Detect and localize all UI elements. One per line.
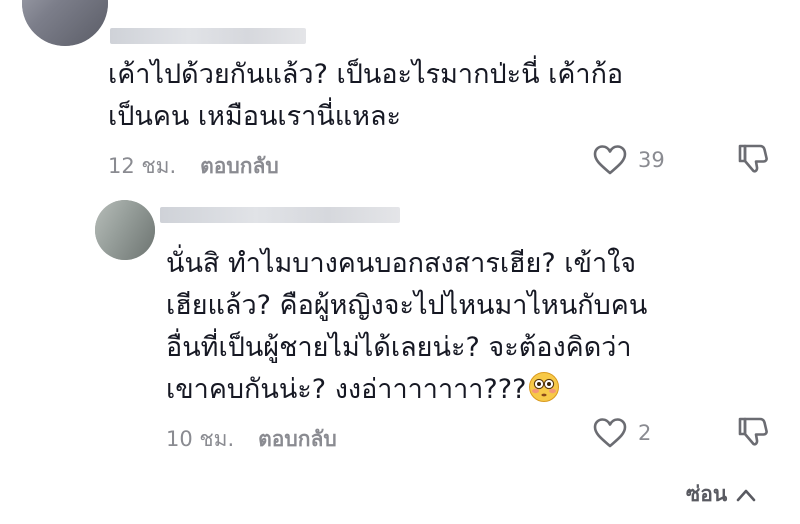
hide-replies-button[interactable]: ซ่อน — [686, 478, 757, 511]
reply-button[interactable]: ตอบกลับ — [258, 423, 337, 456]
flushed-face-emoji — [529, 372, 560, 402]
dislike-icon[interactable] — [734, 413, 770, 449]
comment-time: 12 ชม. — [108, 154, 177, 178]
comment-text-line: เป็นคน เหมือนเรานี่แหละ — [108, 101, 402, 132]
comment-item: เค้าไปด้วยกันแล้ว? เป็นอะไรมากป่ะนี่ เค้… — [0, 0, 800, 190]
hide-replies-label: ซ่อน — [686, 482, 728, 506]
dislike-icon[interactable] — [734, 140, 770, 176]
username-blurred[interactable] — [160, 207, 400, 223]
comment-text: เค้าไปด้วยกันแล้ว? เป็นอะไรมากป่ะนี่ เค้… — [108, 54, 623, 138]
blurred-avatar-image — [22, 0, 108, 46]
avatar[interactable] — [22, 0, 108, 46]
reply-button[interactable]: ตอบกลับ — [200, 150, 279, 183]
chevron-up-icon — [736, 489, 756, 501]
comment-text-line: เขาคบกันน่ะ? งงอ่าาาาาาา??? — [166, 374, 527, 405]
comment-text-line: อื่นที่เป็นผู้ชายไม่ได้เลยน่ะ? จะต้องคิด… — [166, 332, 632, 363]
comment-time: 10 ชม. — [166, 427, 235, 451]
blurred-avatar-image — [95, 200, 155, 260]
avatar[interactable] — [95, 200, 155, 260]
comment-text-line: นั่นสิ ทำไมบางคนบอกสงสารเฮีย? เข้าใจ — [166, 248, 637, 279]
comment-meta: 10 ชม. ตอบกลับ — [166, 423, 337, 456]
comment-item: นั่นสิ ทำไมบางคนบอกสงสารเฮีย? เข้าใจ เฮี… — [0, 195, 800, 465]
like-button[interactable]: 2 — [592, 417, 651, 449]
comment-text: นั่นสิ ทำไมบางคนบอกสงสารเฮีย? เข้าใจ เฮี… — [166, 243, 647, 411]
comment-text-line: เฮียแล้ว? คือผู้หญิงจะไปไหนมาไหนกับคน — [166, 290, 648, 321]
comment-text-line: เค้าไปด้วยกันแล้ว? เป็นอะไรมากป่ะนี่ เค้… — [108, 59, 624, 90]
like-count: 39 — [638, 148, 665, 172]
comment-meta: 12 ชม. ตอบกลับ — [108, 150, 279, 183]
comment-text-line-with-emoji: เขาคบกันน่ะ? งงอ่าาาาาาา??? — [166, 369, 647, 411]
comment-thread: เค้าไปด้วยกันแล้ว? เป็นอะไรมากป่ะนี่ เค้… — [0, 0, 800, 524]
username-blurred[interactable] — [110, 28, 306, 44]
heart-icon — [593, 418, 627, 448]
heart-icon — [593, 145, 627, 175]
like-button[interactable]: 39 — [592, 144, 665, 176]
like-count: 2 — [638, 421, 652, 445]
